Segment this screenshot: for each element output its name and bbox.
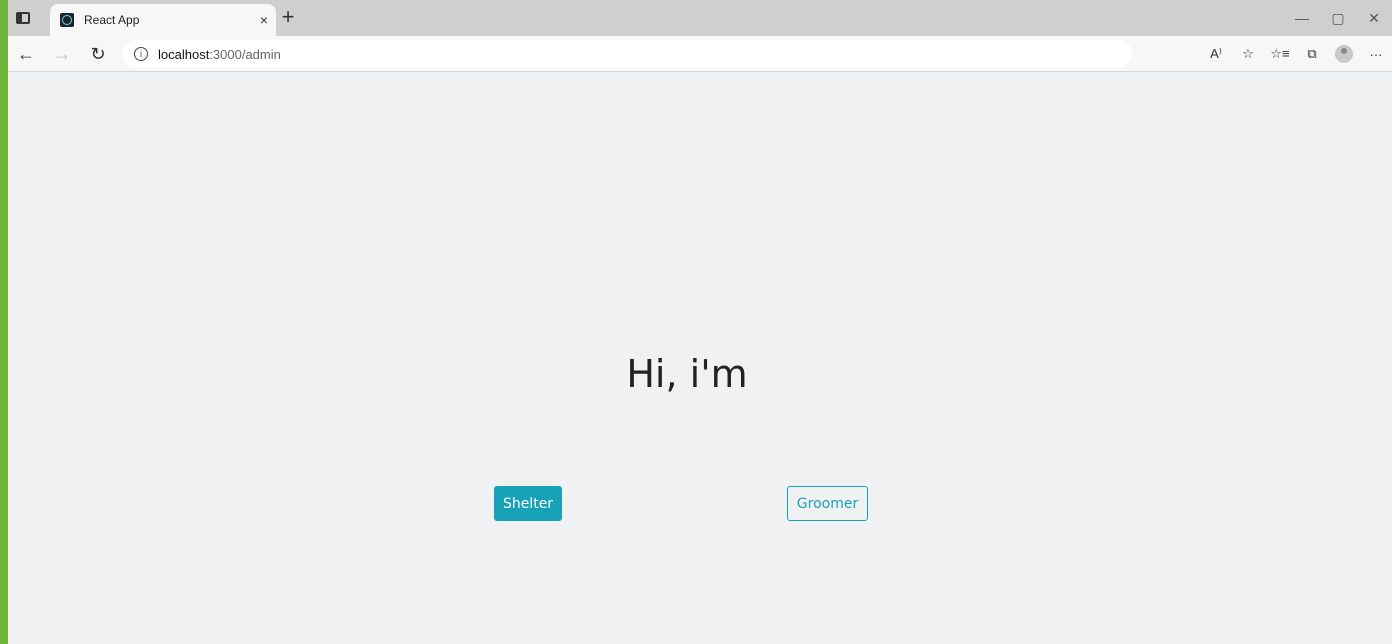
site-info-icon[interactable]: i [134, 47, 148, 61]
tab-close-icon[interactable]: × [252, 12, 276, 28]
more-menu-icon[interactable]: ··· [1360, 39, 1392, 69]
toolbar-divider [8, 71, 1392, 72]
react-favicon-icon [60, 13, 74, 27]
read-aloud-icon[interactable]: A⁾ [1200, 39, 1232, 69]
window-controls: — ▢ ✕ [1284, 0, 1392, 36]
groomer-button[interactable]: Groomer [787, 486, 868, 521]
profile-avatar[interactable] [1328, 39, 1360, 69]
favorites-icon[interactable]: ☆≡ [1264, 39, 1296, 69]
back-button[interactable]: ← [8, 39, 44, 69]
browser-chrome: React App × + — ▢ ✕ ← → ↻ i localhost :3… [8, 0, 1392, 72]
refresh-button[interactable]: ↻ [80, 39, 116, 69]
collections-icon[interactable]: ⧉ [1296, 39, 1328, 69]
shelter-button[interactable]: Shelter [494, 486, 562, 521]
minimize-button[interactable]: — [1284, 0, 1320, 36]
left-accent-bar [0, 0, 8, 644]
restore-button[interactable]: ▢ [1320, 0, 1356, 36]
address-bar[interactable]: i localhost :3000/admin [122, 40, 1132, 68]
add-favorite-icon[interactable]: ☆ [1232, 39, 1264, 69]
close-window-button[interactable]: ✕ [1356, 0, 1392, 36]
url-path: :3000/admin [209, 46, 281, 62]
url-host: localhost [158, 46, 210, 62]
tab-react-app[interactable]: React App × [50, 4, 276, 36]
page-heading: Hi, i'm [626, 352, 748, 396]
toolbar-icons: A⁾ ☆ ☆≡ ⧉ ··· [1200, 39, 1392, 69]
tab-actions-icon[interactable] [14, 10, 32, 26]
browser-toolbar: ← → ↻ i localhost :3000/admin A⁾ ☆ ☆≡ ⧉ … [8, 36, 1392, 72]
browser-window: React App × + — ▢ ✕ ← → ↻ i localhost :3… [0, 0, 1392, 644]
tab-strip: React App × + — ▢ ✕ [8, 0, 1392, 36]
tab-title: React App [84, 13, 140, 27]
forward-button[interactable]: → [44, 39, 80, 69]
avatar-icon [1335, 45, 1353, 63]
page-content: Hi, i'm Shelter Groomer [8, 72, 1392, 644]
new-tab-button[interactable]: + [276, 6, 300, 30]
